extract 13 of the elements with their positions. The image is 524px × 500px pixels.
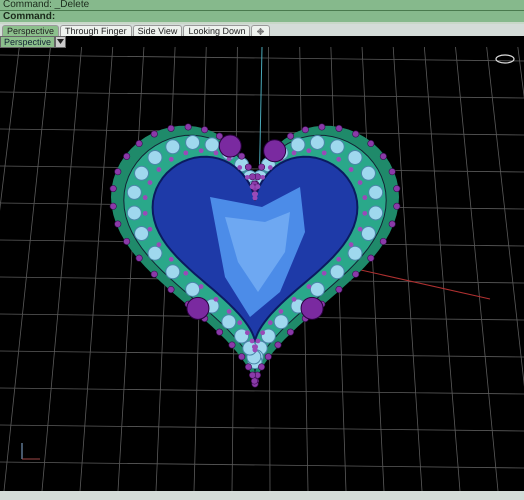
viewport-tab[interactable]: Perspective [2,25,60,36]
add-tab-button[interactable] [251,25,270,36]
plus-icon [256,26,266,36]
viewport-tab[interactable]: Through Finger [60,25,132,36]
axis-icon [22,442,40,460]
caret-icon [57,39,64,44]
viewport-tab[interactable]: Side View [132,25,182,36]
ellipse-icon [495,54,515,64]
viewport-tab[interactable]: Looking Down [183,25,250,36]
command-line: Command: [2,11,56,22]
command-line: Command: _Delete [0,0,524,11]
dropdown-button[interactable] [55,36,66,48]
viewport-label[interactable]: Perspective [0,36,56,48]
